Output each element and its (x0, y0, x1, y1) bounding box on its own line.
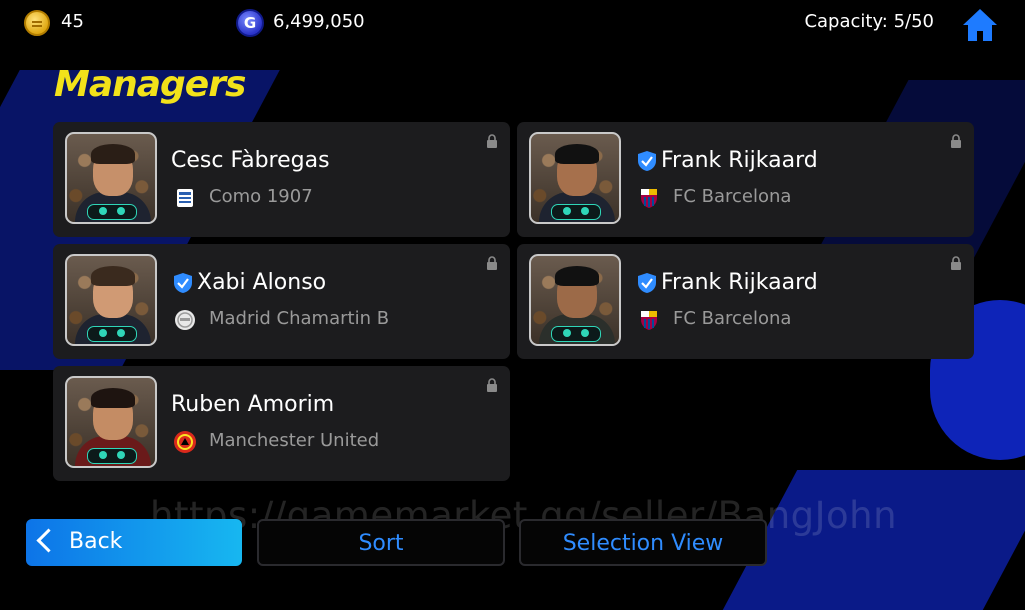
club-name: Manchester United (209, 430, 380, 451)
coin-balance: 45 (61, 11, 84, 32)
home-icon (963, 9, 997, 41)
playstyle-badge-icon (87, 326, 137, 342)
coin-icon (24, 10, 50, 36)
manager-name: Frank Rijkaard (661, 148, 818, 173)
manager-name: Ruben Amorim (171, 392, 335, 417)
sort-button[interactable]: Sort (257, 519, 505, 566)
manager-name: Cesc Fàbregas (171, 148, 330, 173)
club-name: Como 1907 (209, 186, 313, 207)
manager-name: Xabi Alonso (197, 270, 327, 295)
madrid-chamartin-crest-icon (175, 310, 195, 330)
manchester-united-crest-icon (174, 431, 196, 453)
gp-icon: G (236, 9, 264, 37)
manager-card[interactable]: Frank Rijkaard FC Barcelona (517, 122, 974, 237)
manager-portrait (65, 376, 157, 468)
capacity-label: Capacity: 5/50 (804, 11, 934, 32)
gp-balance: 6,499,050 (273, 11, 365, 32)
lock-icon (487, 134, 497, 148)
manager-portrait (65, 132, 157, 224)
manager-portrait (65, 254, 157, 346)
manager-name: Frank Rijkaard (661, 270, 818, 295)
back-button-label: Back (69, 529, 123, 554)
back-button[interactable]: Back (26, 519, 242, 566)
lock-icon (487, 378, 497, 392)
manager-card[interactable]: Cesc Fàbregas Como 1907 (53, 122, 510, 237)
como-crest-icon (177, 189, 193, 207)
manager-portrait (529, 254, 621, 346)
home-button[interactable] (961, 7, 999, 43)
barcelona-crest-icon (641, 189, 657, 208)
verified-shield-icon (638, 273, 656, 293)
club-name: FC Barcelona (673, 308, 792, 329)
lock-icon (487, 256, 497, 270)
manager-card[interactable]: Xabi Alonso Madrid Chamartin B (53, 244, 510, 359)
playstyle-badge-icon (87, 448, 137, 464)
manager-card[interactable]: Ruben Amorim Manchester United (53, 366, 510, 481)
manager-portrait (529, 132, 621, 224)
lock-icon (951, 134, 961, 148)
club-name: Madrid Chamartin B (209, 308, 390, 329)
playstyle-badge-icon (551, 326, 601, 342)
playstyle-badge-icon (87, 204, 137, 220)
chevron-left-icon (36, 528, 61, 553)
barcelona-crest-icon (641, 311, 657, 330)
top-bar: 45 G 6,499,050 Capacity: 5/50 (0, 0, 1025, 44)
club-name: FC Barcelona (673, 186, 792, 207)
playstyle-badge-icon (551, 204, 601, 220)
lock-icon (951, 256, 961, 270)
page-title: Managers (54, 64, 246, 105)
background-stripe (722, 470, 1025, 610)
verified-shield-icon (638, 151, 656, 171)
manager-card[interactable]: Frank Rijkaard FC Barcelona (517, 244, 974, 359)
selection-view-button[interactable]: Selection View (519, 519, 767, 566)
verified-shield-icon (174, 273, 192, 293)
